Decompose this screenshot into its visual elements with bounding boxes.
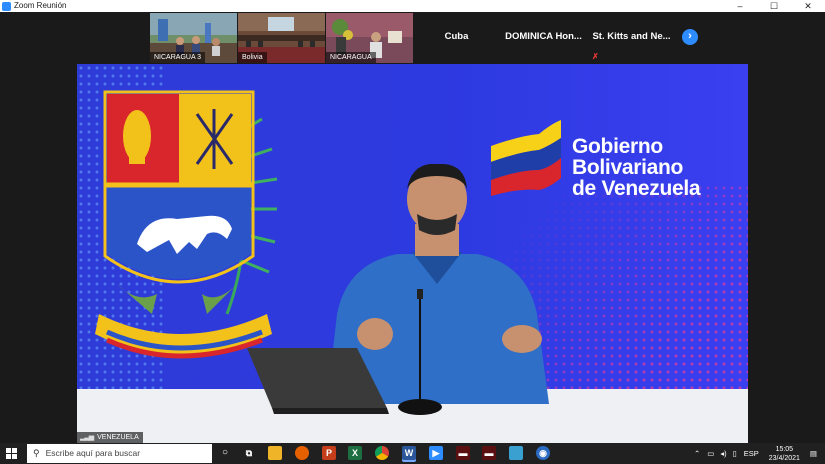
gobierno-logo-text: Gobierno Bolivariano de Venezuela	[572, 135, 701, 200]
speaker-label: VENEZUELA	[97, 434, 139, 441]
participant-tile[interactable]: Cuba	[413, 13, 500, 63]
participant-name: St. Kitts and Ne...	[592, 31, 671, 42]
clock-time: 15:05	[775, 445, 794, 453]
notifications-icon[interactable]: ▤	[810, 449, 817, 458]
clock-date: 23/4/2021	[768, 454, 800, 462]
windows-taskbar: ⚲ Escribe aquí para buscar ○ ⧉ P X W ▶ ▬…	[0, 443, 825, 464]
powerpoint-icon[interactable]: P	[322, 446, 336, 460]
participant-thumbnail[interactable]: NICARAGUA	[326, 13, 413, 63]
signal-bars-icon: ▂▃▅	[80, 434, 94, 441]
thumbnail-label: Bolivia	[238, 52, 267, 63]
firefox-icon[interactable]	[295, 446, 309, 460]
participant-strip: NICARAGUA 3 Bolivia NICARAGUA Cuba DOMIN…	[0, 12, 825, 64]
participant-thumbnail[interactable]: NICARAGUA 3	[150, 13, 237, 63]
search-icon: ⚲	[33, 448, 40, 458]
main-speaker-video[interactable]: Gobierno Bolivariano de Venezuela	[77, 64, 748, 444]
excel-icon[interactable]: X	[348, 446, 362, 460]
chrome-icon[interactable]	[375, 446, 389, 460]
zoom-taskbar-icon[interactable]: ▶	[429, 446, 443, 460]
window-controls: – ☐ ✕	[723, 0, 825, 12]
word-icon[interactable]: W	[402, 446, 416, 460]
network-icon[interactable]: ▭	[707, 449, 714, 458]
app-icon[interactable]	[509, 446, 523, 460]
thumbnail-label: NICARAGUA	[326, 52, 376, 63]
language-indicator[interactable]: ESP	[744, 449, 759, 458]
system-tray: ⌃ ▭ ◂) ▯ ESP 15:05 23/4/2021 ▤	[690, 443, 825, 464]
taskbar-search-box[interactable]: ⚲ Escribe aquí para buscar	[27, 444, 212, 463]
participant-name: DOMINICA Hon...	[505, 31, 582, 42]
mic-muted-icon: ✗	[592, 52, 599, 61]
file-explorer-icon[interactable]	[268, 446, 282, 460]
task-view-icon[interactable]: ⧉	[242, 446, 256, 460]
window-title: Zoom Reunión	[14, 1, 67, 10]
volume-icon[interactable]: ◂)	[720, 449, 726, 458]
participant-tile[interactable]: DOMINICA Hon...	[500, 13, 587, 63]
participant-name: Cuba	[444, 31, 469, 42]
tablet-device	[247, 348, 389, 414]
media-app-icon-2[interactable]: ▬	[482, 446, 496, 460]
logo-line: Bolivariano	[572, 156, 684, 179]
windows-logo-icon	[6, 448, 11, 453]
media-app-icon[interactable]: ▬	[456, 446, 470, 460]
battery-icon[interactable]: ▯	[733, 449, 737, 458]
start-button[interactable]	[6, 448, 17, 459]
logo-line: Gobierno	[572, 135, 663, 158]
next-page-button[interactable]: ›	[682, 29, 698, 45]
participant-tile[interactable]: St. Kitts and Ne... ✗	[588, 13, 675, 63]
microphone-icon	[398, 289, 442, 415]
search-placeholder: Escribe aquí para buscar	[45, 448, 141, 458]
zoom-app-icon	[2, 1, 11, 11]
minimize-button[interactable]: –	[723, 0, 757, 12]
logo-line: de Venezuela	[572, 177, 701, 200]
close-button[interactable]: ✕	[791, 0, 825, 12]
participant-thumbnail[interactable]: Bolivia	[238, 13, 325, 63]
globe-app-icon[interactable]: ◉	[536, 446, 550, 460]
coat-of-arms-icon	[95, 90, 278, 359]
maximize-button[interactable]: ☐	[757, 0, 791, 12]
thumbnail-label: NICARAGUA 3	[150, 52, 206, 63]
clock[interactable]: 15:05 23/4/2021	[769, 445, 800, 463]
tray-expand-icon[interactable]: ⌃	[694, 449, 700, 458]
cortana-icon[interactable]: ○	[218, 446, 232, 460]
window-titlebar: Zoom Reunión – ☐ ✕	[0, 0, 825, 12]
